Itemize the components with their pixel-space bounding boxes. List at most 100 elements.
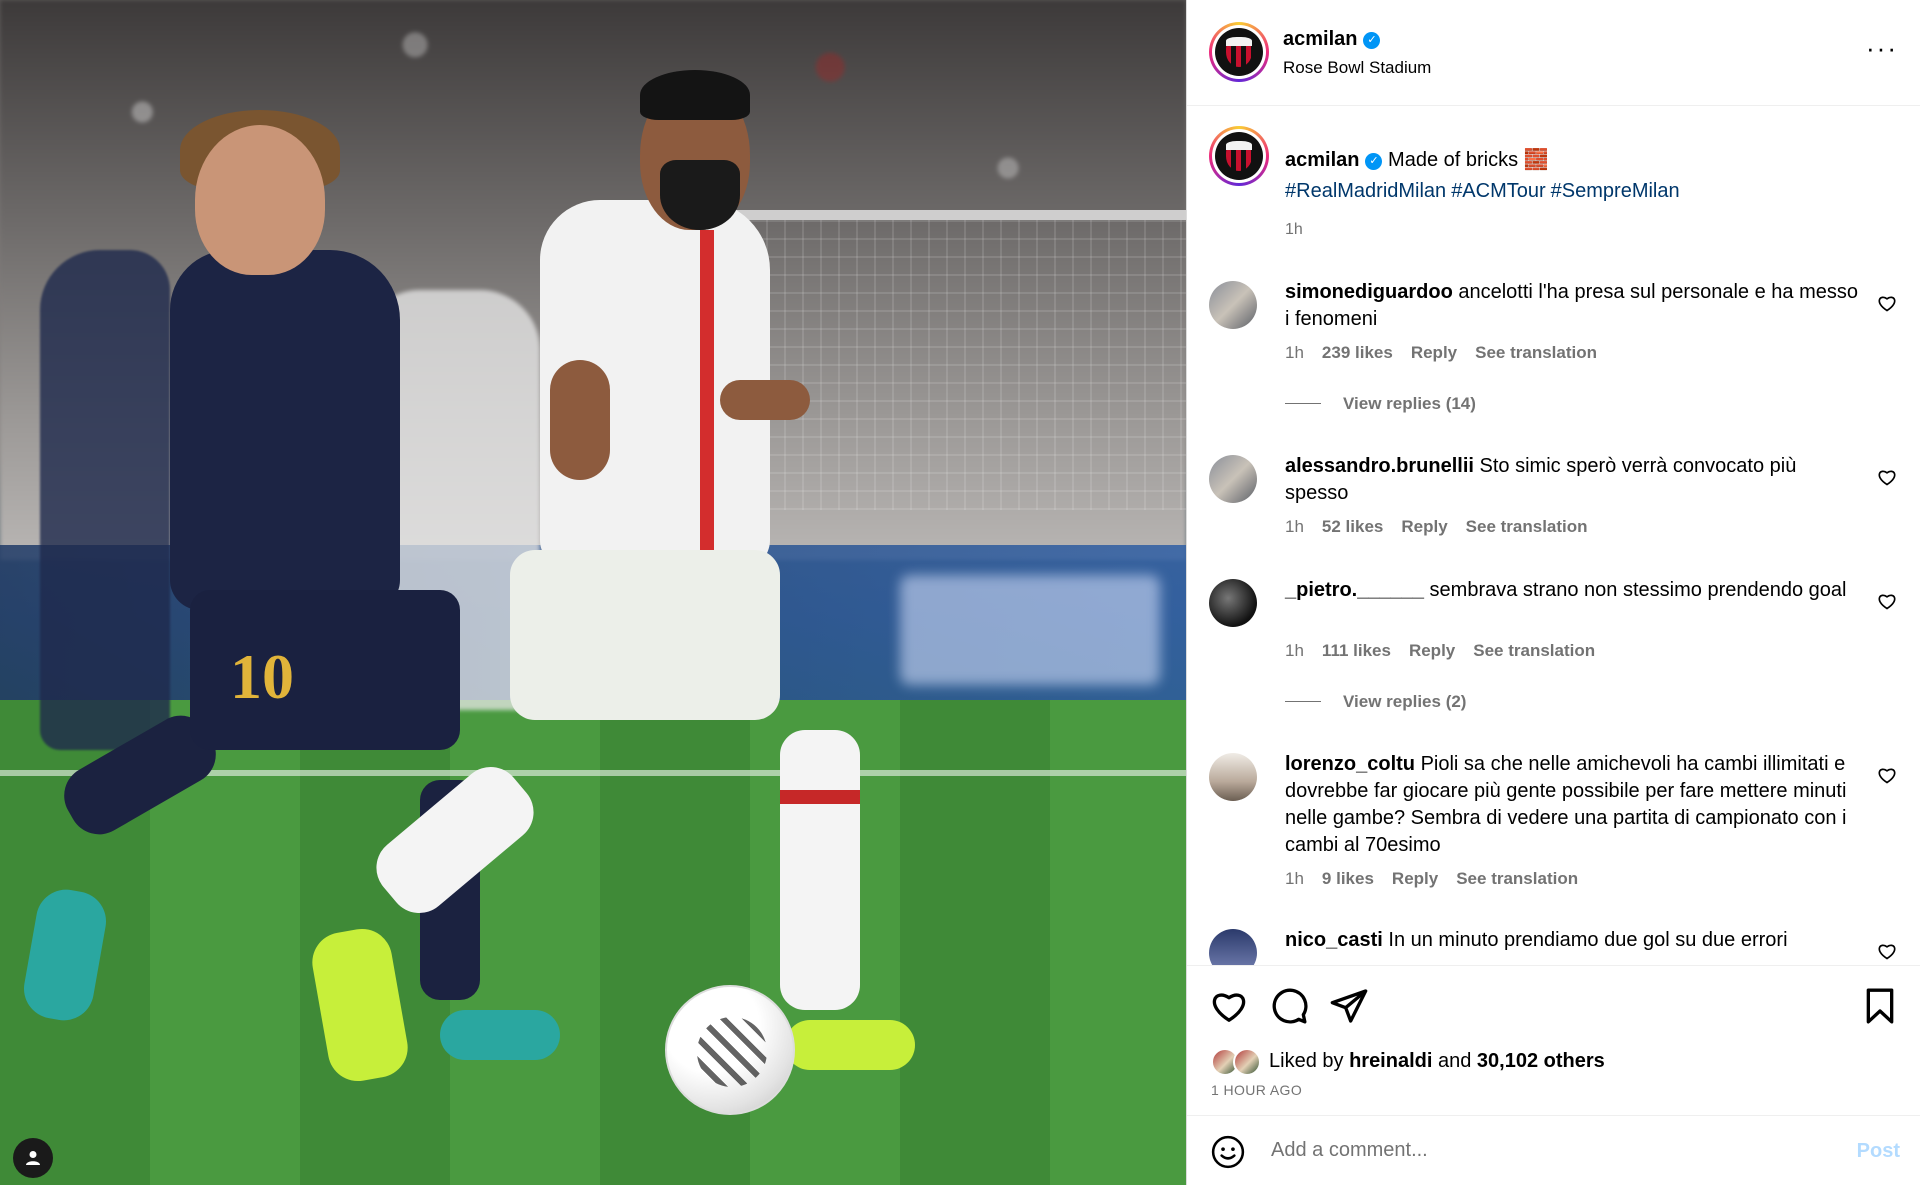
ac-milan-logo xyxy=(1215,132,1263,180)
comment-meta: 1h 52 likes Reply See translation xyxy=(1285,517,1606,537)
add-comment-bar: Post xyxy=(1187,1115,1920,1185)
jersey-number: 10 xyxy=(230,641,294,712)
caption-username[interactable]: acmilan xyxy=(1285,149,1359,171)
comment-meta: 1h 9 likes Reply See translation xyxy=(1285,869,1596,889)
post-sidebar: acmilan ✓ Rose Bowl Stadium ··· acmilan ✓ … xyxy=(1186,0,1920,1185)
player-white-sock-band xyxy=(780,790,860,804)
see-translation-button[interactable]: See translation xyxy=(1475,343,1597,362)
heart-icon[interactable] xyxy=(1877,941,1897,961)
goal-net xyxy=(720,210,1186,510)
comment-likes[interactable]: 9 likes xyxy=(1322,869,1374,888)
bookmark-icon[interactable] xyxy=(1860,986,1900,1026)
comment-meta: 1h 239 likes Reply See translation xyxy=(1285,343,1615,363)
see-translation-button[interactable]: See translation xyxy=(1456,869,1578,888)
comment-meta: 1h 111 likes Reply See translation xyxy=(1285,641,1613,661)
likes-count[interactable]: 30,102 others xyxy=(1477,1050,1605,1072)
caption-avatar[interactable] xyxy=(1209,126,1269,186)
see-translation-button[interactable]: See translation xyxy=(1466,517,1588,536)
comment-time[interactable]: 1h xyxy=(1285,641,1304,660)
comment-body: sembrava strano non stessimo prendendo g… xyxy=(1429,579,1847,601)
background-player-navy xyxy=(40,250,170,750)
player-white-shorts xyxy=(510,550,780,720)
reply-button[interactable]: Reply xyxy=(1401,517,1447,536)
caption-text: acmilan ✓ Made of bricks 🧱 xyxy=(1285,147,1549,172)
hashtag-link[interactable]: #SempreMilan xyxy=(1551,180,1680,202)
comments-list[interactable]: acmilan ✓ Made of bricks 🧱 #RealMadridMil… xyxy=(1187,107,1920,965)
comment-text: alessandro.brunellii Sto simic sperò ver… xyxy=(1285,453,1865,507)
verified-icon: ✓ xyxy=(1365,153,1383,170)
comment-avatar[interactable] xyxy=(1209,281,1257,329)
share-icon[interactable] xyxy=(1329,986,1369,1026)
post-header: acmilan ✓ Rose Bowl Stadium ··· xyxy=(1187,0,1920,106)
comment-text: simonediguardoo ancelotti l'ha presa sul… xyxy=(1285,279,1865,333)
liker-avatar xyxy=(1233,1048,1261,1076)
comment-avatar[interactable] xyxy=(1209,929,1257,965)
comment-avatar[interactable] xyxy=(1209,579,1257,627)
comment-likes[interactable]: 111 likes xyxy=(1322,641,1391,660)
heart-icon[interactable] xyxy=(1877,765,1897,785)
heart-icon[interactable] xyxy=(1877,591,1897,611)
caption-body: Made of bricks 🧱 xyxy=(1388,149,1549,171)
player-white-sock xyxy=(780,730,860,1010)
comment-avatar[interactable] xyxy=(1209,455,1257,503)
liked-by-user[interactable]: hreinaldi xyxy=(1349,1050,1432,1072)
comment-likes[interactable]: 52 likes xyxy=(1322,517,1383,536)
player-white-boot xyxy=(785,1020,915,1070)
reply-button[interactable]: Reply xyxy=(1411,343,1457,362)
comment-time[interactable]: 1h xyxy=(1285,517,1304,536)
account-avatar[interactable] xyxy=(1209,22,1269,82)
view-replies-button[interactable]: View replies (2) xyxy=(1285,692,1466,712)
comment-username[interactable]: lorenzo_coltu xyxy=(1285,753,1415,775)
comment-avatar[interactable] xyxy=(1209,753,1257,801)
player-navy-head xyxy=(195,125,325,275)
hashtag-link[interactable]: #RealMadridMilan xyxy=(1285,180,1446,202)
football xyxy=(665,985,795,1115)
ac-milan-logo xyxy=(1215,28,1263,76)
emoji-icon[interactable] xyxy=(1211,1135,1245,1169)
comment-text: nico_casti In un minuto prendiamo due go… xyxy=(1285,927,1865,954)
hashtags: #RealMadridMilan #ACMTour #SempreMilan xyxy=(1285,180,1685,203)
comment-username[interactable]: nico_casti xyxy=(1285,929,1383,951)
verified-icon: ✓ xyxy=(1363,32,1381,49)
comment-username[interactable]: alessandro.brunellii xyxy=(1285,455,1474,477)
comment-text: lorenzo_coltu Pioli sa che nelle amichev… xyxy=(1285,751,1865,859)
player-white-hair xyxy=(640,70,750,120)
player-navy-boot xyxy=(440,1010,560,1060)
heart-icon[interactable] xyxy=(1877,467,1897,487)
post-actions: Liked by hreinaldi and 30,102 others 1 H… xyxy=(1187,965,1920,1115)
more-options-icon[interactable]: ··· xyxy=(1866,35,1898,61)
player-navy-shirt xyxy=(170,250,400,610)
see-translation-button[interactable]: See translation xyxy=(1473,641,1595,660)
liked-by-label: Liked by xyxy=(1269,1050,1344,1072)
post-photo[interactable]: 10 xyxy=(0,0,1186,1185)
post-comment-button[interactable]: Post xyxy=(1857,1140,1900,1163)
account-name[interactable]: acmilan ✓ xyxy=(1283,28,1381,51)
comment-time[interactable]: 1h xyxy=(1285,343,1304,362)
hashtag-link[interactable]: #ACMTour xyxy=(1451,180,1545,202)
comment-icon[interactable] xyxy=(1269,986,1309,1026)
player-white-arm xyxy=(720,380,810,420)
liker-avatars[interactable] xyxy=(1211,1048,1269,1076)
player-white-arm xyxy=(550,360,610,480)
reply-button[interactable]: Reply xyxy=(1409,641,1455,660)
account-name-text[interactable]: acmilan xyxy=(1283,28,1357,50)
post-time: 1 HOUR AGO xyxy=(1211,1082,1303,1098)
comment-text: _pietro.______ sembrava strano non stess… xyxy=(1285,577,1865,604)
user-tag-icon[interactable] xyxy=(13,1138,53,1178)
heart-icon[interactable] xyxy=(1877,293,1897,313)
comment-likes[interactable]: 239 likes xyxy=(1322,343,1393,362)
liked-by-and: and xyxy=(1437,1050,1472,1072)
comment-input[interactable] xyxy=(1271,1130,1831,1170)
comment-time[interactable]: 1h xyxy=(1285,869,1304,888)
player-white-stripe xyxy=(700,230,714,550)
heart-icon[interactable] xyxy=(1209,986,1249,1026)
player-white-beard xyxy=(660,160,740,230)
advertising-board-logo xyxy=(900,575,1160,685)
reply-button[interactable]: Reply xyxy=(1392,869,1438,888)
comment-username[interactable]: simonediguardoo xyxy=(1285,281,1453,303)
comment-username[interactable]: _pietro.______ xyxy=(1285,579,1424,601)
post-location[interactable]: Rose Bowl Stadium xyxy=(1283,58,1431,78)
view-replies-button[interactable]: View replies (14) xyxy=(1285,394,1476,414)
liked-by-text: Liked by hreinaldi and 30,102 others xyxy=(1269,1050,1605,1073)
comment-body: In un minuto prendiamo due gol su due er… xyxy=(1388,929,1788,951)
